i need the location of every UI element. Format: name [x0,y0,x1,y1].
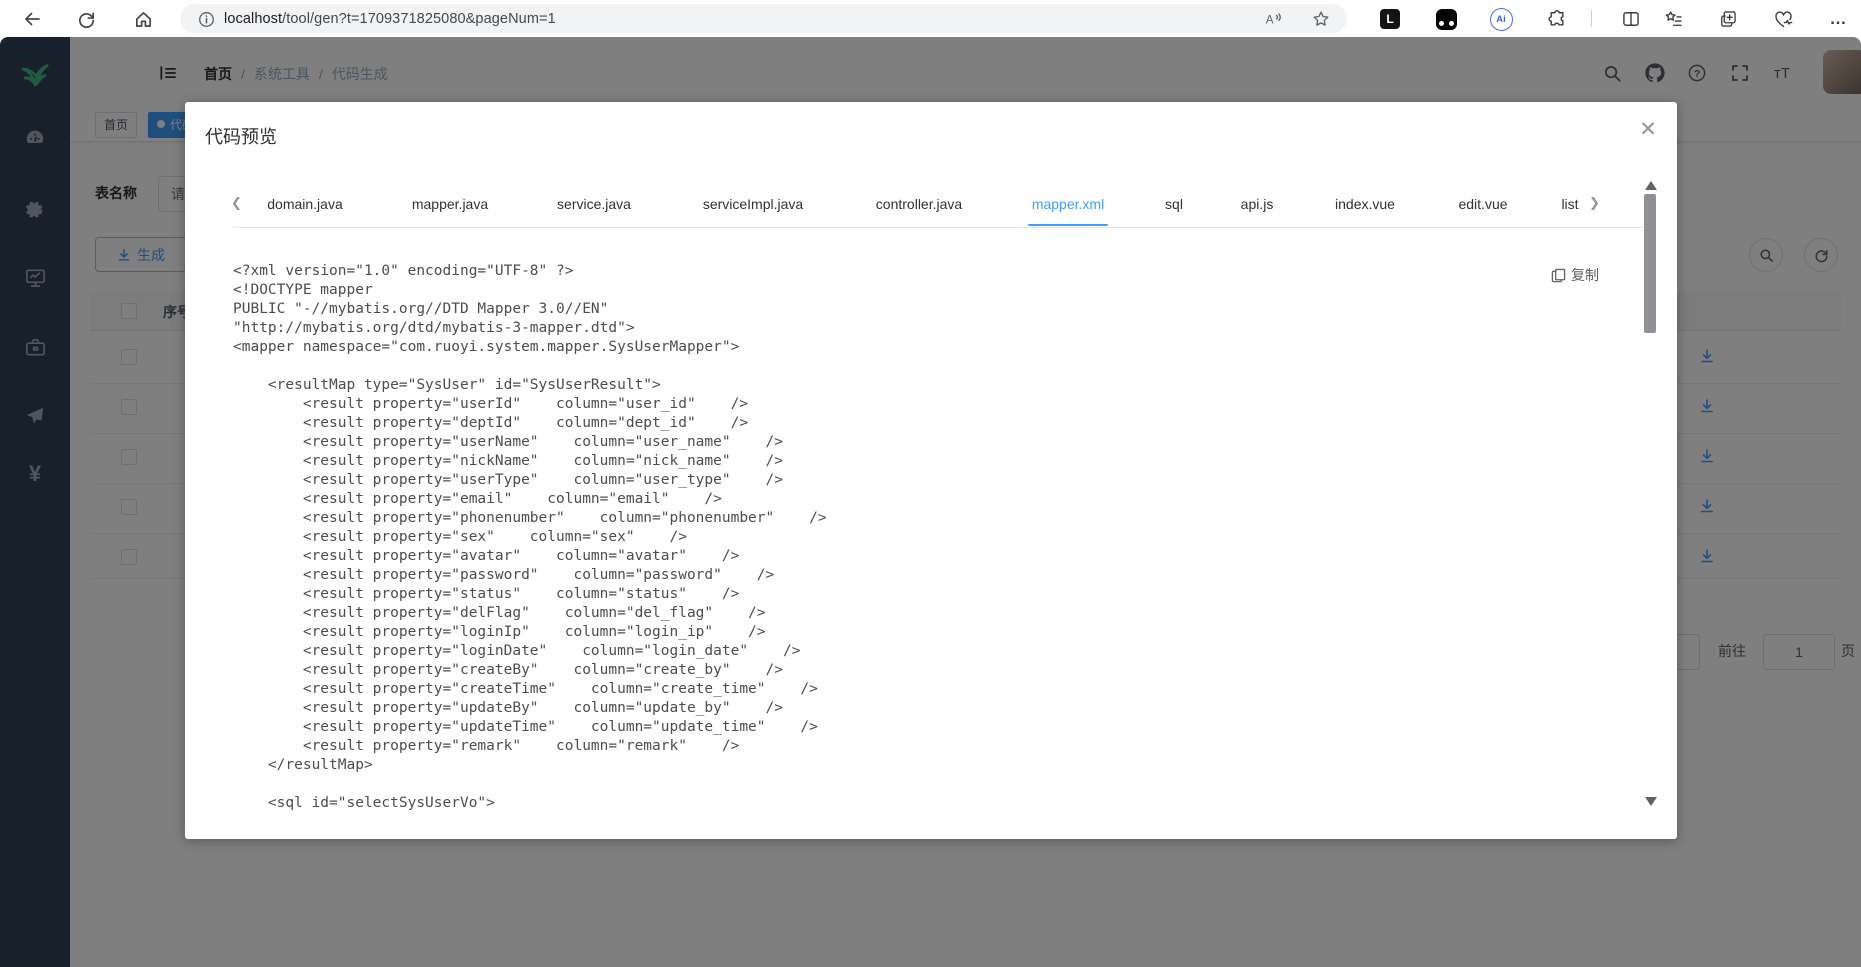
svg-text:A: A [1266,14,1274,27]
tab-domain-java[interactable]: domain.java [267,196,343,212]
duplicate-tab-icon[interactable] [1716,7,1740,31]
tab-list-vue[interactable]: list [1561,196,1578,212]
tab-serviceimpl-java[interactable]: serviceImpl.java [703,196,803,212]
extension-ai-icon[interactable]: Ai [1489,7,1513,31]
web-page: ¥ 首页/系统工具/代码生成 ? тТ ▼ 首页 代码生成 表名称 生 [0,37,1861,967]
browser-back-icon[interactable] [18,5,46,33]
browser-refresh-icon[interactable] [72,5,100,33]
tab-index-vue[interactable]: index.vue [1335,196,1395,212]
tab-mapper-java[interactable]: mapper.java [412,196,488,212]
split-screen-icon[interactable] [1619,7,1643,31]
scrollbar-down-icon[interactable] [1645,797,1657,806]
tab-service-java[interactable]: service.java [557,196,631,212]
read-aloud-icon[interactable]: A [1261,7,1285,31]
tabs-scroll-right-icon[interactable]: ❯ [1589,195,1600,211]
extension-l-icon[interactable]: L [1378,7,1402,31]
tab-mapper-xml[interactable]: mapper.xml [1032,196,1104,212]
address-bar[interactable]: localhost/tool/gen?t=1709371825080&pageN… [180,4,1347,33]
browser-essentials-icon[interactable] [1771,7,1795,31]
scrollbar-thumb[interactable] [1644,194,1656,333]
dialog-title: 代码预览 [205,127,277,147]
extension-dots-icon[interactable] [1434,7,1458,31]
code-preview-dialog: 代码预览 ✕ ❮ ❯ domain.java mapper.java servi… [185,102,1677,839]
tab-edit-vue[interactable]: edit.vue [1458,196,1507,212]
browser-toolbar: localhost/tool/gen?t=1709371825080&pageN… [0,0,1861,37]
extensions-puzzle-icon[interactable] [1545,7,1569,31]
scrollbar-up-icon[interactable] [1645,181,1657,190]
tabs-bottom-border [233,227,1645,228]
tab-controller-java[interactable]: controller.java [876,196,962,212]
favorite-star-icon[interactable] [1309,7,1333,31]
site-info-icon[interactable] [194,7,218,31]
more-menu-icon[interactable]: … [1826,7,1850,31]
tabs-scroll-left-icon[interactable]: ❮ [231,195,242,211]
active-tab-underline [1028,224,1108,226]
browser-home-icon[interactable] [129,5,157,33]
code-content[interactable]: <?xml version="1.0" encoding="UTF-8" ?> … [233,262,1633,822]
tab-sql[interactable]: sql [1165,196,1183,212]
tab-api-js[interactable]: api.js [1241,196,1274,212]
close-icon[interactable]: ✕ [1633,114,1663,144]
collections-icon[interactable] [1662,7,1686,31]
url-text[interactable]: localhost/tool/gen?t=1709371825080&pageN… [224,11,556,27]
toolbar-divider [1591,10,1592,27]
